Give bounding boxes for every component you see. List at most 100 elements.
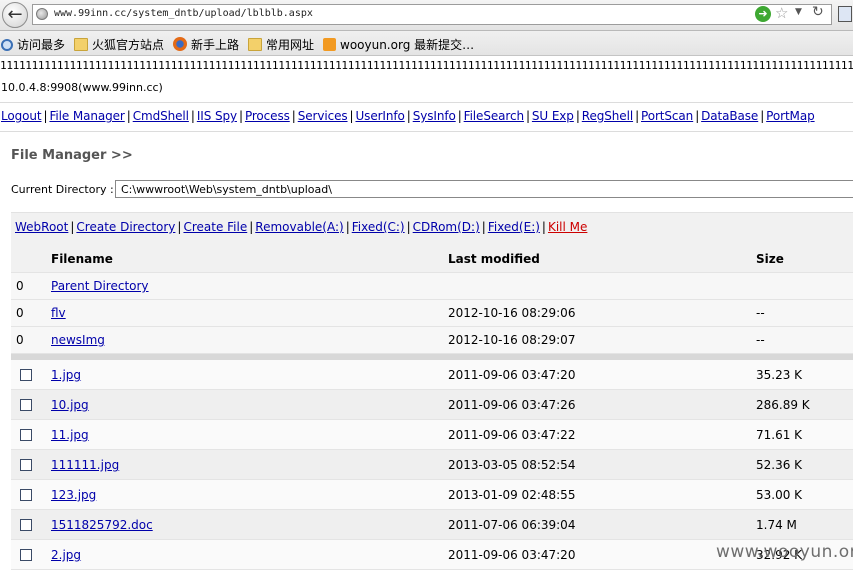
file-link[interactable]: 11.jpg [51, 428, 89, 442]
toolbar-separator: | [345, 220, 350, 234]
nav-link-filesearch[interactable]: FileSearch [464, 109, 524, 123]
magnifier-icon [1, 39, 13, 51]
file-link[interactable]: 10.jpg [51, 398, 89, 412]
nav-link-file-manager[interactable]: File Manager [49, 109, 124, 123]
nav-link-logout[interactable]: Logout [1, 109, 42, 123]
nav-separator: | [406, 109, 411, 123]
search-engine-icon[interactable] [838, 6, 852, 22]
nav-link-portscan[interactable]: PortScan [641, 109, 693, 123]
folder-icon [248, 38, 262, 51]
toolbar-separator: | [541, 220, 546, 234]
bookmark-firefox-official[interactable]: 火狐官方站点 [74, 36, 164, 52]
back-arrow-icon: ← [7, 4, 23, 25]
toolbar-link-removable-a[interactable]: Removable(A:) [255, 220, 343, 234]
bookmark-wooyun[interactable]: wooyun.org 最新提交… [323, 36, 474, 52]
file-checkbox[interactable] [20, 489, 32, 501]
nav-link-portmap[interactable]: PortMap [766, 109, 815, 123]
file-row: 123.jpg 2013-01-09 02:48:55 53.00 K [11, 480, 853, 510]
current-directory-input[interactable] [115, 180, 853, 198]
directory-link[interactable]: Parent Directory [51, 279, 149, 293]
watermark: www.wooyun.org [716, 542, 853, 562]
browser-toolbar: ← www.99inn.cc/system_dntb/upload/lblblb… [0, 0, 853, 31]
file-size: 71.61 K [756, 428, 803, 442]
nav-separator: | [695, 109, 700, 123]
directory-modified: 2012-10-16 08:29:06 [448, 306, 576, 320]
directory-link[interactable]: newsImg [51, 333, 105, 347]
file-link[interactable]: 111111.jpg [51, 458, 119, 472]
bookmark-getting-started[interactable]: 新手上路 [173, 36, 239, 52]
directory-count: 0 [16, 279, 24, 293]
address-bar[interactable]: www.99inn.cc/system_dntb/upload/lblblb.a… [32, 4, 832, 25]
nav-separator: | [457, 109, 462, 123]
file-row: 10.jpg 2011-09-06 03:47:26 286.89 K [11, 390, 853, 420]
nav-separator: | [635, 109, 640, 123]
file-row: 111111.jpg 2013-03-05 08:52:54 52.36 K [11, 450, 853, 480]
nav-link-userinfo[interactable]: UserInfo [355, 109, 404, 123]
nav-separator: | [126, 109, 131, 123]
nav-separator: | [291, 109, 296, 123]
folder-icon [74, 38, 88, 51]
file-link[interactable]: 1.jpg [51, 368, 81, 382]
file-checkbox[interactable] [20, 429, 32, 441]
toolbar-link-fixed-c[interactable]: Fixed(C:) [352, 220, 405, 234]
file-size: 1.74 M [756, 518, 797, 532]
toolbar-link-kill-me[interactable]: Kill Me [548, 220, 587, 234]
file-size: 53.00 K [756, 488, 803, 502]
header-filename: Filename [51, 252, 113, 266]
directory-count: 0 [16, 333, 24, 347]
toolbar-link-webroot[interactable]: WebRoot [15, 220, 68, 234]
nav-link-iis-spy[interactable]: IIS Spy [197, 109, 237, 123]
chevron-down-icon[interactable]: ▼ [795, 7, 802, 17]
toolbar-separator: | [481, 220, 486, 234]
back-button[interactable]: ← [2, 2, 28, 28]
site-identity-icon[interactable] [36, 8, 48, 20]
nav-separator: | [525, 109, 530, 123]
file-modified: 2013-03-05 08:52:54 [448, 458, 576, 472]
nav-link-services[interactable]: Services [298, 109, 348, 123]
toolbar-link-fixed-e[interactable]: Fixed(E:) [488, 220, 540, 234]
bookmark-star-icon[interactable]: ☆ [775, 4, 788, 22]
file-checkbox[interactable] [20, 549, 32, 561]
file-checkbox[interactable] [20, 399, 32, 411]
reload-icon[interactable]: ↻ [812, 4, 824, 20]
toolbar-link-cdrom-d[interactable]: CDRom(D:) [413, 220, 480, 234]
directory-modified: 2012-10-16 08:29:07 [448, 333, 576, 347]
nav-link-su-exp[interactable]: SU Exp [532, 109, 574, 123]
bookmark-most-visited[interactable]: 访问最多 [1, 36, 65, 52]
current-directory-label: Current Directory : [11, 183, 114, 196]
nav-link-process[interactable]: Process [245, 109, 290, 123]
file-size: 286.89 K [756, 398, 810, 412]
file-row: 1.jpg 2011-09-06 03:47:20 35.23 K [11, 360, 853, 390]
directory-row: 0 Parent Directory [11, 273, 853, 300]
file-checkbox[interactable] [20, 459, 32, 471]
nav-link-cmdshell[interactable]: CmdShell [133, 109, 189, 123]
file-checkbox[interactable] [20, 519, 32, 531]
nav-link-sysinfo[interactable]: SysInfo [413, 109, 456, 123]
ones-banner: 1111111111111111111111111111111111111111… [0, 59, 853, 72]
host-info: 10.0.4.8:9908(www.99inn.cc) [1, 81, 163, 94]
file-modified: 2013-01-09 02:48:55 [448, 488, 576, 502]
toolbar-separator: | [406, 220, 411, 234]
go-icon[interactable]: ➜ [755, 6, 771, 22]
file-row: 1511825792.doc 2011-07-06 06:39:04 1.74 M [11, 510, 853, 540]
bookmark-common-sites[interactable]: 常用网址 [248, 36, 314, 52]
file-size: 35.23 K [756, 368, 803, 382]
directory-row: 0 newsImg 2012-10-16 08:29:07 -- [11, 327, 853, 354]
toolbar-links: WebRoot | Create Directory | Create File | Rem… [15, 220, 587, 234]
toolbar-link-create-file[interactable]: Create File [183, 220, 247, 234]
nav-separator: | [575, 109, 580, 123]
directory-link[interactable]: flv [51, 306, 66, 320]
file-modified: 2011-09-06 03:47:20 [448, 548, 576, 562]
file-table: Filename Last modified Size 0 Parent Dire… [11, 245, 853, 570]
file-modified: 2011-09-06 03:47:22 [448, 428, 576, 442]
file-link[interactable]: 1511825792.doc [51, 518, 153, 532]
file-link[interactable]: 123.jpg [51, 488, 96, 502]
directory-count: 0 [16, 306, 24, 320]
file-checkbox[interactable] [20, 369, 32, 381]
bookmarks-bar: 访问最多 火狐官方站点 新手上路 常用网址 wooyun.org 最新提交… [0, 31, 853, 56]
toolbar-link-create-directory[interactable]: Create Directory [76, 220, 175, 234]
nav-separator: | [238, 109, 243, 123]
nav-link-regshell[interactable]: RegShell [582, 109, 633, 123]
nav-link-database[interactable]: DataBase [701, 109, 758, 123]
file-link[interactable]: 2.jpg [51, 548, 81, 562]
